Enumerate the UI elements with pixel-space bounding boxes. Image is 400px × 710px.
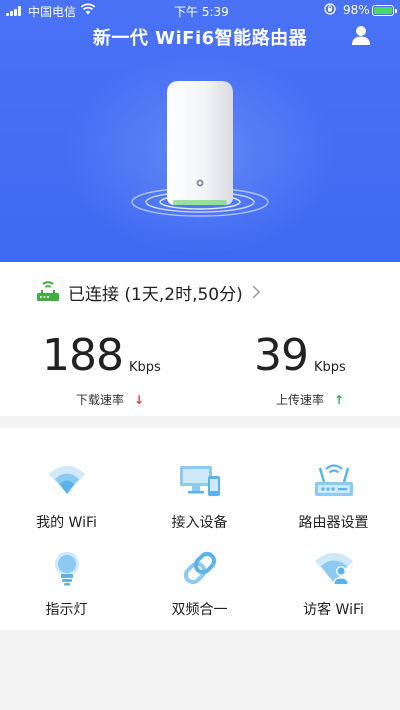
user-icon[interactable] xyxy=(350,24,372,46)
carrier-name: 中国电信 xyxy=(28,5,77,19)
tile-label: 指示灯 xyxy=(45,602,88,618)
feature-grid: 我的 WiFi 接入设备 路由器设置 指示灯 双频合一 访客 WiFi xyxy=(0,428,400,630)
wifi-icon xyxy=(48,466,85,494)
tile-my-wifi[interactable]: 我的 WiFi xyxy=(0,442,133,531)
battery-percent: 98% xyxy=(343,3,370,17)
upload-speed-label: 上传速率 ↑ xyxy=(276,393,345,407)
tile-band-steering[interactable]: 双频合一 xyxy=(133,529,266,618)
tile-guest-wifi[interactable]: 访客 WiFi xyxy=(267,529,400,618)
router-image xyxy=(131,81,269,217)
battery-icon xyxy=(372,5,397,16)
link-icon xyxy=(183,551,216,585)
download-speed-value: 188 xyxy=(42,330,124,381)
tile-label: 访客 WiFi xyxy=(303,602,364,618)
status-bar: 中国电信 下午 5:39 98% xyxy=(0,0,400,22)
download-speed-label: 下载速率 ↓ xyxy=(76,393,145,407)
router-settings-icon xyxy=(314,464,353,496)
orientation-lock-icon xyxy=(324,3,336,15)
connection-status: 已连接 (1天,2时,50分) xyxy=(68,284,243,305)
page-title: 新一代 WiFi6智能路由器 xyxy=(92,28,308,49)
download-speed: 188 Kbps 下载速率 ↓ xyxy=(42,334,182,414)
devices-icon xyxy=(179,466,220,496)
chevron-right-icon xyxy=(252,285,260,299)
connection-status-row[interactable]: 已连接 (1天,2时,50分) xyxy=(36,278,261,306)
clock: 下午 5:39 xyxy=(174,5,229,19)
arrow-up-icon: ↑ xyxy=(334,393,345,407)
upload-speed: 39 Kbps 上传速率 ↑ xyxy=(254,334,384,414)
wifi-status-icon xyxy=(80,3,96,15)
download-speed-unit: Kbps xyxy=(128,360,161,375)
arrow-down-icon: ↓ xyxy=(134,393,145,407)
upload-speed-value: 39 xyxy=(254,330,309,381)
lightbulb-icon xyxy=(54,552,79,586)
upload-speed-unit: Kbps xyxy=(314,360,346,375)
tile-indicator-light[interactable]: 指示灯 xyxy=(0,529,133,618)
tile-router-settings[interactable]: 路由器设置 xyxy=(267,442,400,531)
router-icon xyxy=(37,281,59,301)
guest-wifi-icon xyxy=(314,553,353,585)
tile-label: 双频合一 xyxy=(171,602,228,618)
signal-icon xyxy=(6,6,24,16)
tile-connected-devices[interactable]: 接入设备 xyxy=(133,442,266,531)
